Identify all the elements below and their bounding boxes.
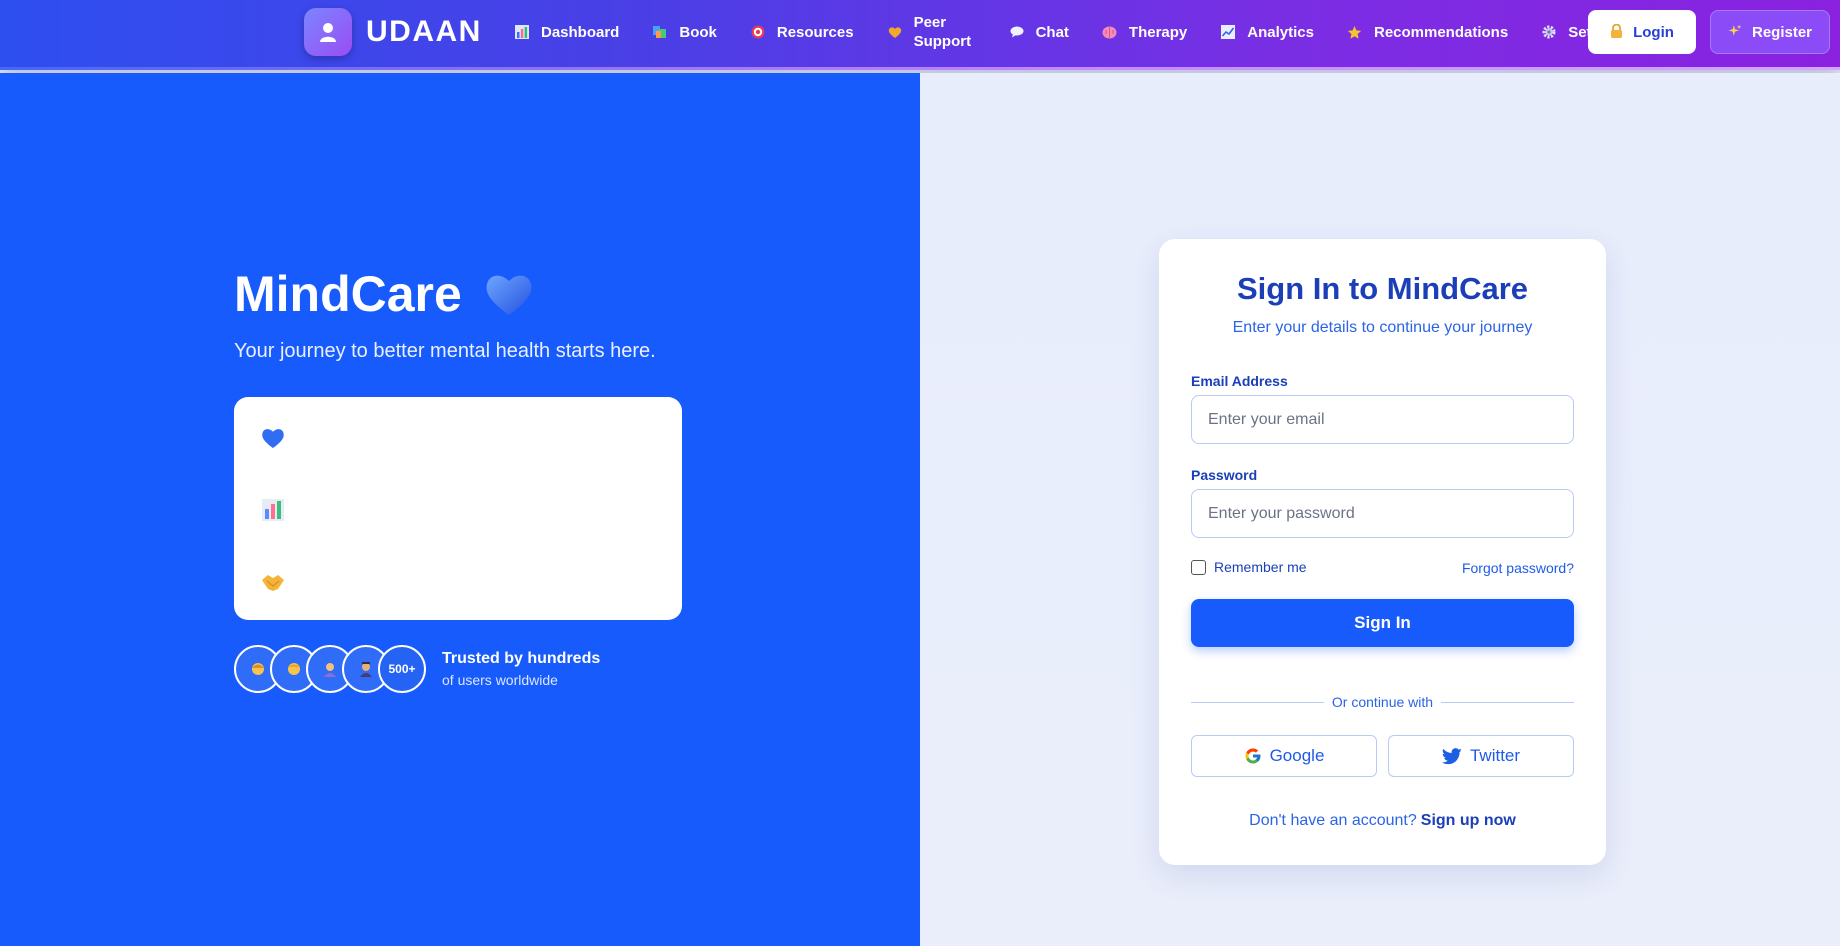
remember-label: Remember me: [1214, 559, 1307, 575]
google-icon: [1244, 747, 1262, 765]
register-button[interactable]: Register: [1710, 10, 1830, 54]
twitter-button[interactable]: Twitter: [1388, 735, 1574, 777]
nav-label: Chat: [1035, 23, 1069, 41]
divider-line: [1441, 701, 1575, 703]
trust-text: Trusted by hundreds of users worldwide: [442, 650, 600, 688]
divider-line: [1191, 701, 1324, 703]
feature-row: [260, 495, 660, 525]
hero-title: MindCare: [234, 265, 534, 323]
user-count-badge: 500+: [378, 645, 426, 693]
nav-label: Book: [679, 23, 717, 41]
blue-heart-icon: [486, 275, 532, 315]
nav-label: Resources: [776, 23, 854, 41]
speech-bubble-icon: [1008, 23, 1026, 41]
top-navbar: UDAAN Dashboard Book Resources Peer Supp…: [0, 0, 1840, 70]
bar-chart-icon: [513, 23, 531, 41]
remember-checkbox[interactable]: [1191, 559, 1206, 575]
star-icon: [1346, 23, 1364, 41]
password-label: Password: [1191, 467, 1258, 483]
nav-item-book[interactable]: Book: [635, 0, 733, 64]
gear-icon: [1540, 23, 1558, 41]
trust-subtitle: of users worldwide: [442, 672, 558, 688]
login-card: Sign In to MindCare Enter your details t…: [1159, 239, 1606, 865]
hero-title-text: MindCare: [234, 266, 462, 322]
google-label: Google: [1269, 746, 1325, 765]
login-subtitle: Enter your details to continue your jour…: [1232, 319, 1533, 336]
target-icon: [749, 23, 767, 41]
divider-text: Or continue with: [1331, 694, 1434, 710]
avatar-group: 500+: [234, 645, 426, 693]
person-icon: [304, 8, 352, 56]
nav-item-resources[interactable]: Resources: [733, 0, 870, 64]
nav-item-recommendations[interactable]: Recommendations: [1330, 0, 1524, 64]
sparkles-icon: [1728, 24, 1742, 41]
feature-row: [260, 567, 660, 597]
bar-chart-icon: [260, 497, 286, 523]
sign-up-link[interactable]: Sign up now: [1421, 812, 1516, 829]
trust-title: Trusted by hundreds: [442, 650, 601, 667]
brain-icon: [1101, 23, 1119, 41]
heart-icon: [886, 23, 904, 41]
twitter-icon: [1441, 747, 1462, 765]
divider: Or continue with: [1191, 694, 1575, 710]
twitter-label: Twitter: [1469, 746, 1521, 765]
navbar-accent-line: [0, 67, 1840, 70]
forgot-password-link[interactable]: Forgot password?: [1462, 560, 1574, 576]
nav-item-chat[interactable]: Chat: [992, 0, 1085, 64]
password-field[interactable]: [1191, 489, 1574, 538]
nav-item-peer-support[interactable]: Peer Support: [870, 0, 992, 64]
nav-item-analytics[interactable]: Analytics: [1203, 0, 1330, 64]
handshake-icon: [260, 569, 286, 595]
nav-item-therapy[interactable]: Therapy: [1085, 0, 1203, 64]
nav-item-dashboard[interactable]: Dashboard: [497, 0, 635, 64]
nav-label: Dashboard: [541, 23, 620, 41]
login-label: Login: [1633, 23, 1674, 41]
login-title: Sign In to MindCare: [1236, 271, 1529, 306]
login-button[interactable]: Login: [1588, 10, 1696, 54]
hero-subtitle: Your journey to better mental health sta…: [234, 340, 656, 362]
email-label: Email Address: [1191, 373, 1288, 389]
nav-label: Peer Support: [913, 14, 972, 50]
sign-in-button[interactable]: Sign In: [1191, 599, 1574, 647]
nav-label: Therapy: [1128, 23, 1188, 41]
register-label: Register: [1751, 23, 1813, 41]
google-button[interactable]: Google: [1191, 735, 1377, 777]
brand[interactable]: UDAAN: [304, 8, 482, 56]
signup-prompt: Don't have an account? Sign up now: [1159, 812, 1606, 830]
nav-menu: Dashboard Book Resources Peer Support Ch…: [497, 0, 1643, 64]
remember-me[interactable]: Remember me: [1191, 559, 1307, 575]
nav-label: Analytics: [1247, 23, 1314, 41]
books-icon: [651, 23, 669, 41]
feature-card: [234, 397, 682, 620]
email-field[interactable]: [1191, 395, 1574, 444]
signup-prompt-text: Don't have an account?: [1249, 812, 1417, 829]
nav-label: Recommendations: [1373, 23, 1509, 41]
trend-chart-icon: [1219, 23, 1237, 41]
brand-name: UDAAN: [366, 15, 482, 48]
lock-icon: [1610, 23, 1623, 41]
trust-section: 500+ Trusted by hundreds of users worldw…: [234, 645, 600, 693]
feature-row: [260, 423, 660, 453]
blue-heart-icon: [260, 425, 286, 451]
